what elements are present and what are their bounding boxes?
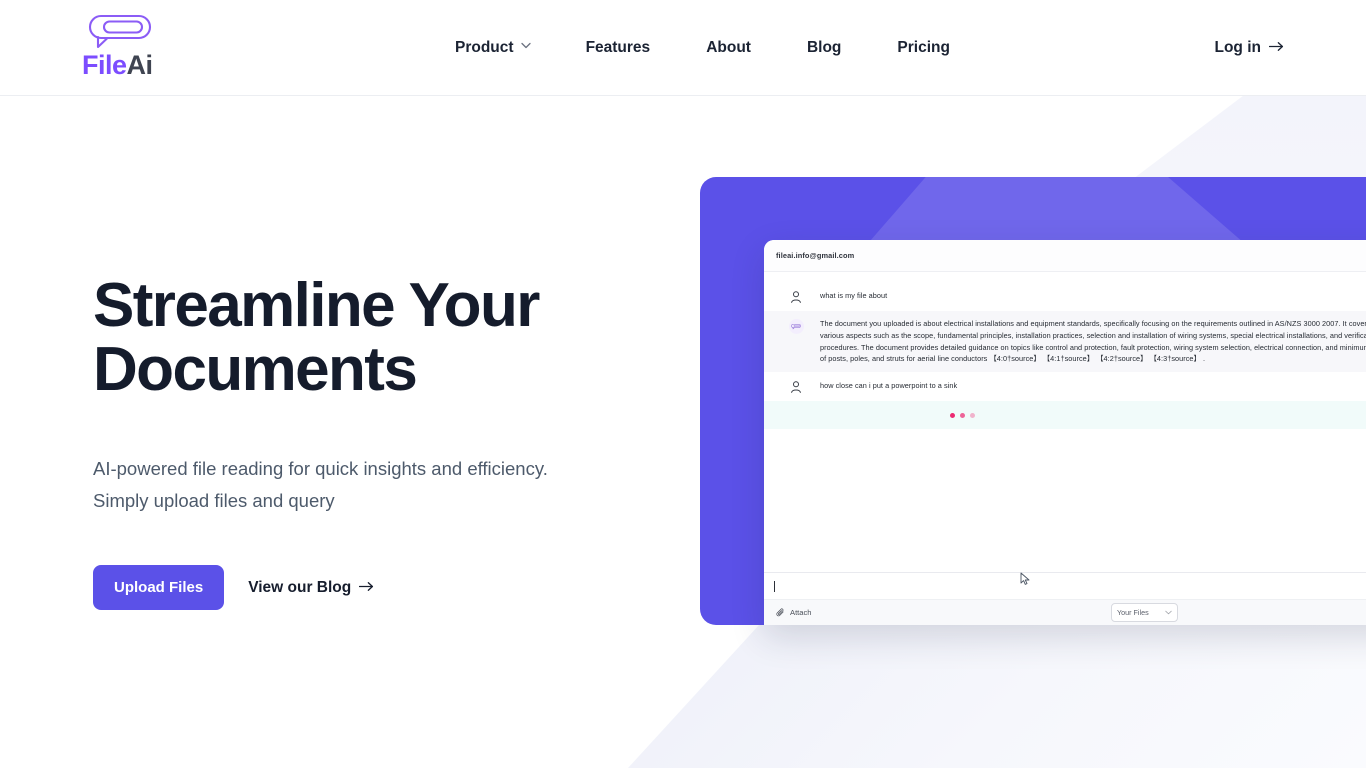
nav-item-label: About bbox=[706, 39, 751, 56]
your-files-value: Your Files bbox=[1117, 608, 1149, 617]
hero-subheading-line2: Simply upload files and query bbox=[93, 490, 335, 511]
chat-message-list: what is my file about The document you u… bbox=[764, 272, 1366, 625]
logo-text-ai: Ai bbox=[126, 50, 154, 80]
hero-section: Streamline Your Documents AI-powered fil… bbox=[93, 275, 633, 610]
hero-heading-line1: Streamline Your bbox=[93, 271, 540, 340]
page-title: Streamline Your Documents bbox=[93, 275, 633, 401]
chevron-down-icon bbox=[1165, 609, 1172, 616]
typing-dot bbox=[950, 412, 955, 418]
hero-subheading-line1: AI-powered file reading for quick insigh… bbox=[93, 458, 548, 479]
composer-toolbar: Attach Your Files bbox=[764, 599, 1366, 625]
login-button[interactable]: Log in bbox=[1215, 0, 1285, 96]
landing-page: FileAi Product Features About Blog Prici… bbox=[0, 0, 1366, 768]
chat-bubble-icon bbox=[88, 14, 152, 50]
account-email: fileai.info@gmail.com bbox=[776, 251, 855, 260]
nav-item-pricing[interactable]: Pricing bbox=[897, 39, 950, 57]
chat-message-user: what is my file about bbox=[764, 282, 1366, 311]
typing-dot bbox=[970, 412, 975, 418]
chat-window-topbar: fileai.info@gmail.com bbox=[764, 240, 1366, 272]
view-blog-label: View our Blog bbox=[248, 578, 352, 596]
hero-subheading: AI-powered file reading for quick insigh… bbox=[93, 453, 573, 517]
main-navigation: Product Features About Blog Pricing bbox=[455, 0, 950, 96]
chat-message-pending bbox=[764, 401, 1366, 430]
hero-cta-group: Upload Files View our Blog bbox=[93, 565, 633, 610]
nav-item-blog[interactable]: Blog bbox=[807, 39, 841, 57]
chat-message-text: how close can i put a powerpoint to a si… bbox=[820, 381, 958, 391]
logo-wordmark: FileAi bbox=[82, 52, 192, 79]
assistant-bubble-icon bbox=[788, 319, 804, 334]
attach-button[interactable]: Attach bbox=[776, 608, 812, 617]
nav-item-label: Pricing bbox=[897, 39, 950, 56]
your-files-select[interactable]: Your Files bbox=[1111, 603, 1178, 622]
login-label: Log in bbox=[1214, 39, 1262, 56]
chat-composer: Attach Your Files bbox=[764, 572, 1366, 625]
paperclip-icon bbox=[776, 608, 785, 617]
chat-app-window: fileai.info@gmail.com what is my file ab… bbox=[764, 240, 1366, 625]
typing-dot bbox=[960, 412, 965, 418]
arrow-right-icon bbox=[359, 579, 374, 597]
chat-message-text: The document you uploaded is about elect… bbox=[820, 319, 1366, 364]
typing-indicator bbox=[950, 412, 975, 418]
nav-item-about[interactable]: About bbox=[706, 39, 751, 57]
nav-item-label: Product bbox=[455, 39, 514, 56]
message-input[interactable] bbox=[764, 573, 1366, 599]
avatar bbox=[772, 289, 820, 304]
nav-item-product[interactable]: Product bbox=[455, 39, 531, 57]
user-icon bbox=[789, 380, 803, 394]
nav-item-features[interactable]: Features bbox=[586, 39, 651, 57]
upload-files-button[interactable]: Upload Files bbox=[93, 565, 225, 610]
user-icon bbox=[789, 290, 803, 304]
avatar bbox=[772, 379, 820, 394]
nav-item-label: Features bbox=[585, 39, 651, 56]
hero-heading-line2: Documents bbox=[93, 335, 418, 404]
mouse-cursor-icon bbox=[1020, 572, 1032, 586]
arrow-right-icon bbox=[1268, 39, 1284, 57]
chat-message-assistant: The document you uploaded is about elect… bbox=[764, 311, 1366, 373]
text-caret bbox=[774, 580, 775, 592]
avatar bbox=[772, 318, 820, 334]
nav-item-label: Blog bbox=[806, 39, 842, 56]
chevron-down-icon bbox=[520, 42, 531, 51]
chat-message-text: what is my file about bbox=[820, 291, 888, 300]
attach-label: Attach bbox=[790, 608, 812, 617]
site-header: FileAi Product Features About Blog Prici… bbox=[0, 0, 1366, 96]
chat-message-user: how close can i put a powerpoint to a si… bbox=[764, 372, 1366, 402]
logo-text-file: File bbox=[82, 50, 127, 80]
view-blog-link[interactable]: View our Blog bbox=[248, 579, 374, 597]
logo[interactable]: FileAi bbox=[82, 14, 192, 82]
